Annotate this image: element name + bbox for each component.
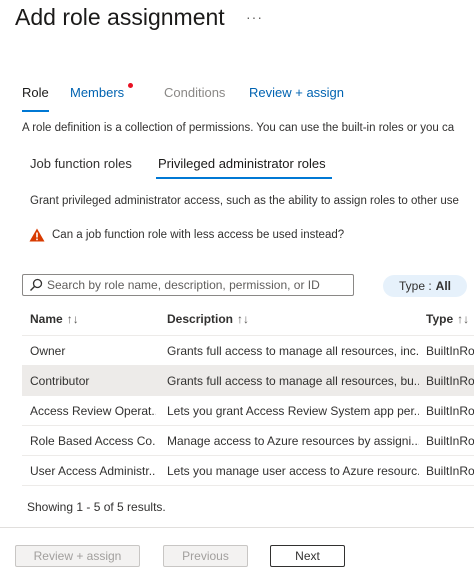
search-input[interactable] (47, 277, 347, 293)
type-filter-label: Type : (398, 279, 432, 293)
column-header-type[interactable]: Type ↑↓ (426, 312, 469, 326)
search-icon (30, 278, 43, 291)
sort-icon: ↑↓ (66, 312, 79, 326)
table-row[interactable]: Owner Grants full access to manage all r… (22, 336, 474, 365)
type-filter-pill[interactable]: Type : All (383, 275, 467, 297)
tab-role-selected-indicator (22, 110, 49, 112)
subtab-job-function-roles[interactable]: Job function roles (30, 156, 132, 171)
warning-icon (29, 228, 45, 242)
privileged-roles-description: Grant privileged administrator access, s… (30, 195, 459, 207)
next-button[interactable]: Next (270, 545, 345, 567)
sort-icon: ↑↓ (237, 312, 250, 326)
tab-review-assign[interactable]: Review + assign (249, 85, 344, 100)
search-box[interactable] (22, 274, 354, 296)
table-row[interactable]: Role Based Access Co... Manage access to… (22, 426, 474, 455)
column-header-description[interactable]: Description ↑↓ (167, 312, 249, 326)
role-description: Lets you grant Access Review System app … (167, 404, 419, 418)
role-name: Access Review Operat... (30, 404, 156, 418)
role-name: User Access Administr... (30, 464, 156, 478)
role-type: BuiltInRo (426, 374, 474, 388)
page-title: Add role assignment (15, 4, 225, 30)
tab-role[interactable]: Role (22, 85, 49, 100)
results-count: Showing 1 - 5 of 5 results. (27, 500, 166, 514)
role-type: BuiltInRo (426, 404, 474, 418)
role-type: BuiltInRo (426, 434, 474, 448)
subtab-privileged-administrator-roles[interactable]: Privileged administrator roles (158, 156, 326, 171)
table-row[interactable]: Access Review Operat... Lets you grant A… (22, 396, 474, 425)
type-filter-value: All (435, 279, 452, 293)
tab-conditions[interactable]: Conditions (164, 85, 225, 100)
footer-divider (0, 527, 474, 528)
sort-icon: ↑↓ (457, 312, 470, 326)
tab-members[interactable]: Members (70, 85, 124, 100)
notification-dot-icon (128, 83, 133, 88)
subtab-selected-indicator (156, 177, 332, 179)
role-name: Owner (30, 344, 66, 358)
role-type: BuiltInRo (426, 344, 474, 358)
role-name: Contributor (30, 374, 90, 388)
role-description: Manage access to Azure resources by assi… (167, 434, 419, 448)
role-description: Lets you manage user access to Azure res… (167, 464, 419, 478)
column-header-name[interactable]: Name ↑↓ (30, 312, 79, 326)
more-options-icon[interactable]: ··· (246, 9, 263, 25)
role-description: Grants full access to manage all resourc… (167, 344, 419, 358)
review-assign-button[interactable]: Review + assign (15, 545, 140, 567)
role-definition-description: A role definition is a collection of per… (22, 122, 455, 134)
table-row[interactable]: User Access Administr... Lets you manage… (22, 456, 474, 485)
table-divider (22, 485, 474, 486)
role-type: BuiltInRo (426, 464, 474, 478)
table-row[interactable]: Contributor Grants full access to manage… (22, 366, 474, 395)
warning-message: Can a job function role with less access… (52, 229, 345, 241)
previous-button[interactable]: Previous (163, 545, 248, 567)
role-name: Role Based Access Co... (30, 434, 156, 448)
role-description: Grants full access to manage all resourc… (167, 374, 419, 388)
